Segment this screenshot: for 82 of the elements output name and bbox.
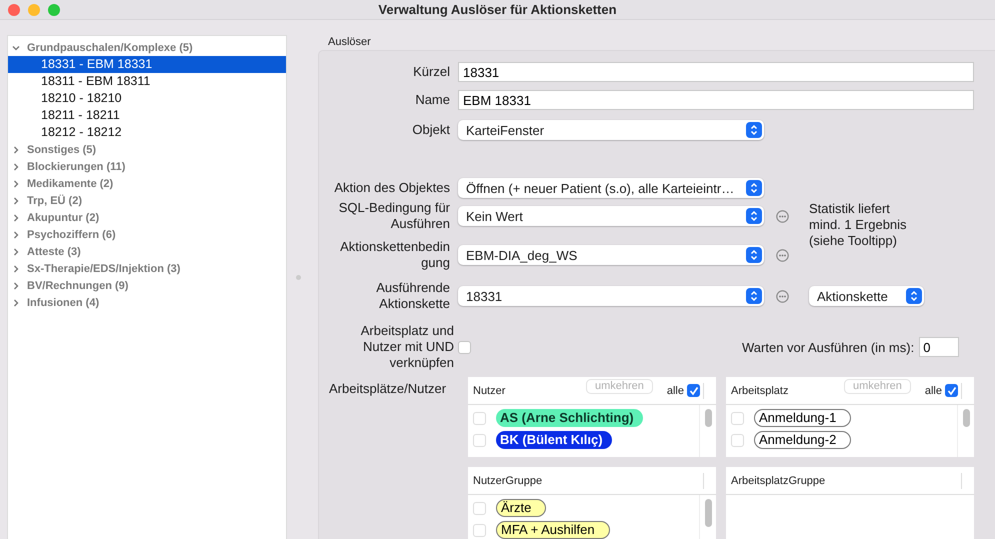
group-label: Akupuntur (2): [27, 212, 100, 224]
tree-item[interactable]: 18212 - 18212: [8, 124, 286, 141]
checkbox[interactable]: [945, 384, 958, 397]
column-header: ArbeitsplatzGruppe: [731, 474, 826, 486]
scrollbar-thumb[interactable]: [704, 409, 712, 427]
group-label: BV/Rechnungen (9): [27, 280, 128, 292]
tree-group[interactable]: Sx-Therapie/EDS/Injektion (3): [8, 260, 286, 277]
stepper-icon: [746, 180, 762, 196]
close-button[interactable]: [8, 4, 20, 16]
field-label: Ausführende Aktionskette: [375, 280, 450, 312]
stepper-icon: [906, 288, 922, 304]
tree-group[interactable]: Atteste (3): [8, 243, 286, 260]
all-label: alle: [924, 384, 942, 396]
tree-group[interactable]: Akupuntur (2): [8, 209, 286, 226]
group-label: Psychoziffern (6): [27, 228, 116, 240]
zoom-button[interactable]: [48, 4, 60, 16]
tree-group[interactable]: Infusionen (4): [8, 294, 286, 311]
tree-item[interactable]: 18311 - EBM 18311: [8, 73, 286, 90]
select-dropdown[interactable]: 18331: [458, 286, 764, 306]
checkmark-icon: [946, 386, 956, 396]
user-tag: Anmeldung-1: [754, 409, 852, 427]
tree-group[interactable]: BV/Rechnungen (9): [8, 277, 286, 294]
tree-item[interactable]: 18210 - 18210: [8, 90, 286, 107]
group-label: Grundpauschalen/Komplexe (5): [27, 42, 193, 54]
ellipsis-icon: [776, 210, 789, 222]
ellipsis-icon: [776, 290, 789, 302]
tree-item[interactable]: 18331 - EBM 18331: [8, 56, 286, 73]
scrollbar-thumb[interactable]: [704, 499, 712, 527]
user-tag: MFA + Aushilfen: [496, 521, 610, 539]
group-label: Blockierungen (11): [27, 160, 126, 172]
field-label: Aktionskettenbedin gung: [339, 239, 450, 271]
group-label: Infusionen (4): [27, 296, 100, 308]
tree-group[interactable]: Psychoziffern (6): [8, 226, 286, 243]
checkmark-icon: [688, 386, 698, 396]
ellipsis-icon: [776, 248, 789, 262]
group-label: Medikamente (2): [27, 178, 114, 190]
field-label: SQL-Bedingung für Ausführen: [338, 200, 450, 232]
stepper-icon: [746, 122, 762, 138]
stepper-icon: [746, 247, 762, 263]
user-tag: Anmeldung-2: [754, 431, 852, 449]
field-label: Warten vor Ausführen (in ms):: [742, 340, 914, 354]
text-field[interactable]: 18331: [458, 62, 974, 82]
user-tag: Ärzte: [496, 499, 546, 517]
section-title: Auslöser: [327, 37, 372, 48]
field-label: Aktion des Objektes: [333, 180, 450, 196]
select-dropdown[interactable]: Kein Wert: [458, 206, 764, 226]
select-dropdown[interactable]: EBM-DIA_deg_WS: [458, 245, 764, 265]
column-header: NutzerGruppe: [473, 474, 544, 486]
text-field[interactable]: EBM 18331: [458, 90, 974, 110]
hint-text: Statistik liefert mind. 1 Ergebnis (siehe Tooltipp): [809, 200, 908, 248]
tree-group[interactable]: Blockierungen (11): [8, 158, 286, 175]
group-label: Trp, EÜ (2): [27, 194, 82, 206]
select-dropdown[interactable]: Öffnen (+ neuer Patient (s.o), alle Karteieintr…: [458, 178, 764, 198]
all-label: alle: [666, 384, 684, 396]
splitter-handle[interactable]: [296, 274, 300, 280]
group-label: Sonstiges (5): [27, 144, 96, 156]
checkbox[interactable]: [687, 384, 700, 397]
stepper-icon: [746, 288, 762, 304]
select-dropdown[interactable]: KarteiFenster: [458, 120, 764, 140]
tree-group[interactable]: Sonstiges (5): [8, 141, 286, 158]
user-tag: BK (Bülent Kılıç): [496, 431, 612, 449]
field-label: Objekt: [411, 122, 450, 138]
field-label: Kürzel: [412, 64, 450, 80]
tree-group[interactable]: Medikamente (2): [8, 175, 286, 192]
number-field[interactable]: 0: [919, 337, 960, 357]
minimize-button[interactable]: [28, 4, 40, 16]
checkbox[interactable]: [458, 340, 471, 354]
group-label: Sx-Therapie/EDS/Injektion (3): [27, 262, 180, 274]
window-title: Verwaltung Auslöser für Aktionsketten: [378, 2, 617, 17]
field-label: Name: [414, 92, 450, 108]
group-label: Atteste (3): [27, 246, 81, 258]
tree-group[interactable]: Grundpauschalen/Komplexe (5): [8, 39, 286, 56]
stepper-icon: [746, 208, 762, 224]
field-label: Arbeitsplätze/Nutzer: [329, 380, 448, 397]
tree-group[interactable]: Trp, EÜ (2): [8, 192, 286, 209]
column-header: Nutzer: [473, 384, 506, 396]
column-header: Arbeitsplatz: [731, 384, 790, 396]
tree-item[interactable]: 18211 - 18211: [8, 107, 286, 124]
user-tag: AS (Arne Schlichting): [496, 409, 643, 427]
select-dropdown[interactable]: Aktionskette: [809, 286, 924, 306]
field-label: Arbeitsplatz und Nutzer mit UND verknüpfen: [360, 323, 454, 371]
scrollbar-thumb[interactable]: [962, 409, 970, 427]
